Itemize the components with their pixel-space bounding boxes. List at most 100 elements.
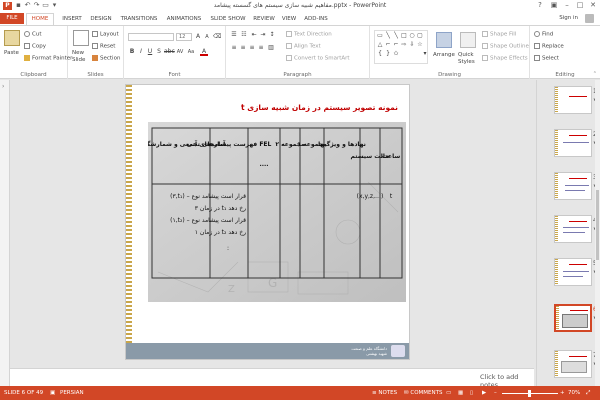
align-text-button[interactable]: Align Text: [286, 43, 321, 50]
select-button[interactable]: Select: [534, 55, 559, 62]
tab-review[interactable]: REVIEW: [251, 14, 277, 24]
scrollbar-thumb[interactable]: [596, 190, 599, 260]
language-indicator[interactable]: PERSIAN: [60, 390, 84, 396]
new-slide-icon[interactable]: [73, 30, 89, 46]
help-icon[interactable]: ?: [534, 1, 546, 10]
shapes-gallery[interactable]: ▭ ╲ ╲ □ ○ ▢ △ ⌐ ⌐ ⇨ ⇩ ☆ { } ✩ ▾: [374, 30, 428, 64]
numbering-icon[interactable]: ☷: [240, 31, 248, 39]
rounded-rect-shape-icon[interactable]: ▢: [417, 33, 423, 39]
rectangle-shape-icon[interactable]: □: [401, 33, 407, 39]
slide-thumbnail[interactable]: [554, 86, 592, 114]
shadow-button[interactable]: S: [155, 48, 163, 56]
quick-styles-button[interactable]: Quick Styles: [458, 52, 478, 66]
arrow-right-shape-icon[interactable]: ⇨: [401, 42, 407, 48]
slide-thumbnail[interactable]: [554, 172, 592, 200]
more-shapes-icon[interactable]: ▾: [422, 51, 428, 57]
shape-fill-button[interactable]: Shape Fill: [482, 31, 516, 38]
slide-thumbnail[interactable]: [554, 129, 592, 157]
close-button[interactable]: ✕: [587, 1, 599, 10]
tab-insert[interactable]: INSERT: [58, 14, 86, 24]
line-shape-icon[interactable]: ╲: [385, 33, 391, 39]
align-right-icon[interactable]: ≡: [248, 44, 256, 52]
font-name-dropdown[interactable]: [128, 33, 174, 41]
tab-add-ins[interactable]: ADD-INS: [302, 14, 330, 24]
grow-font-button[interactable]: A: [194, 33, 202, 41]
zoom-out-button[interactable]: –: [494, 390, 497, 396]
notes-button[interactable]: ≡ NOTES: [372, 390, 397, 396]
section-button[interactable]: Section: [92, 55, 120, 62]
layout-button[interactable]: Layout: [92, 31, 119, 38]
slide-thumbnail-selected[interactable]: [554, 304, 592, 332]
tab-home[interactable]: HOME: [26, 13, 54, 25]
shape-effects-button[interactable]: Shape Effects: [482, 55, 528, 62]
convert-smartart-button[interactable]: Convert to SmartArt: [286, 55, 350, 62]
tab-transitions[interactable]: TRANSITIONS: [117, 14, 161, 24]
arrange-button[interactable]: Arrange: [433, 52, 455, 58]
minimize-button[interactable]: –: [561, 1, 573, 10]
columns-icon[interactable]: ▥: [267, 44, 275, 52]
arrange-icon[interactable]: [436, 32, 452, 48]
thumbnails-scrollbar[interactable]: [595, 80, 600, 386]
strikethrough-button[interactable]: abc: [164, 48, 175, 56]
copy-button[interactable]: Copy: [24, 43, 46, 50]
tab-animations[interactable]: ANIMATIONS: [163, 14, 205, 24]
tab-view[interactable]: VIEW: [279, 14, 299, 24]
cut-button[interactable]: Cut: [24, 31, 41, 38]
replace-button[interactable]: Replace: [534, 43, 564, 50]
tab-design[interactable]: DESIGN: [87, 14, 115, 24]
zoom-level[interactable]: 70%: [568, 390, 580, 396]
expand-pane-icon[interactable]: ›: [2, 83, 4, 90]
justify-icon[interactable]: ≡: [257, 44, 265, 52]
slideshow-view-icon[interactable]: ▶: [482, 390, 486, 396]
clear-formatting-icon[interactable]: ⌫: [213, 33, 221, 41]
font-color-button[interactable]: A: [200, 48, 208, 56]
triangle-shape-icon[interactable]: △: [377, 42, 383, 48]
tab-file[interactable]: FILE: [0, 13, 24, 24]
slide-thumbnail[interactable]: [554, 215, 592, 243]
table-image[interactable]: G Z ساعت حالت سیستم نهادها و ویژگیها مجم…: [148, 122, 406, 302]
collapse-ribbon-icon[interactable]: ⌃: [593, 71, 597, 77]
slide-thumbnail[interactable]: [554, 258, 592, 286]
quick-styles-icon[interactable]: [460, 32, 476, 48]
brace-shape-icon[interactable]: {: [377, 51, 383, 57]
oval-shape-icon[interactable]: ○: [409, 33, 415, 39]
normal-view-icon[interactable]: ▭: [446, 390, 451, 396]
connector-shape-icon-2[interactable]: ⌐: [393, 42, 399, 48]
avatar[interactable]: [585, 14, 594, 23]
arrow-down-shape-icon[interactable]: ⇩: [409, 42, 415, 48]
connector-shape-icon[interactable]: ⌐: [385, 42, 391, 48]
paste-button[interactable]: Paste: [4, 50, 19, 56]
line-shape-icon-2[interactable]: ╲: [393, 33, 399, 39]
maximize-button[interactable]: □: [574, 1, 586, 10]
italic-button[interactable]: I: [137, 48, 145, 56]
bold-button[interactable]: B: [128, 48, 136, 56]
slide-thumbnail[interactable]: [554, 350, 592, 378]
slide-title[interactable]: نمونه تصویر سیستم در زمان شبیه سازی t: [136, 103, 398, 112]
reading-view-icon[interactable]: ▯: [470, 390, 473, 396]
bullets-icon[interactable]: ☰: [230, 31, 238, 39]
brace-shape-icon-2[interactable]: }: [385, 51, 391, 57]
slide-sorter-icon[interactable]: ▦: [458, 390, 463, 396]
zoom-slider-handle[interactable]: [528, 390, 531, 397]
align-left-icon[interactable]: ≡: [230, 44, 238, 52]
zoom-in-button[interactable]: +: [560, 390, 565, 396]
tab-slide-show[interactable]: SLIDE SHOW: [207, 14, 249, 24]
font-size-dropdown[interactable]: 12: [176, 33, 192, 41]
slide-indicator[interactable]: SLIDE 6 OF 49: [4, 390, 43, 396]
notes-pane[interactable]: Click to add notes: [10, 368, 534, 389]
shape-outline-button[interactable]: Shape Outline: [482, 43, 529, 50]
shrink-font-button[interactable]: A: [203, 33, 211, 41]
reset-button[interactable]: Reset: [92, 43, 115, 50]
new-slide-button[interactable]: New Slide: [72, 50, 92, 64]
underline-button[interactable]: U: [146, 48, 154, 56]
star-shape-icon-2[interactable]: ✩: [393, 51, 399, 57]
find-button[interactable]: Find: [534, 31, 553, 38]
change-case-button[interactable]: Aa: [187, 48, 195, 56]
fit-slide-icon[interactable]: ⤢: [586, 390, 590, 397]
line-spacing-icon[interactable]: ↕: [268, 31, 276, 39]
paste-icon[interactable]: [4, 30, 20, 46]
spellcheck-icon[interactable]: ▣: [50, 390, 55, 396]
slide-canvas[interactable]: نمونه تصویر سیستم در زمان شبیه سازی t G …: [125, 84, 410, 360]
format-painter-button[interactable]: Format Painter: [24, 55, 72, 62]
comments-button[interactable]: ✉ COMMENTS: [404, 390, 442, 396]
